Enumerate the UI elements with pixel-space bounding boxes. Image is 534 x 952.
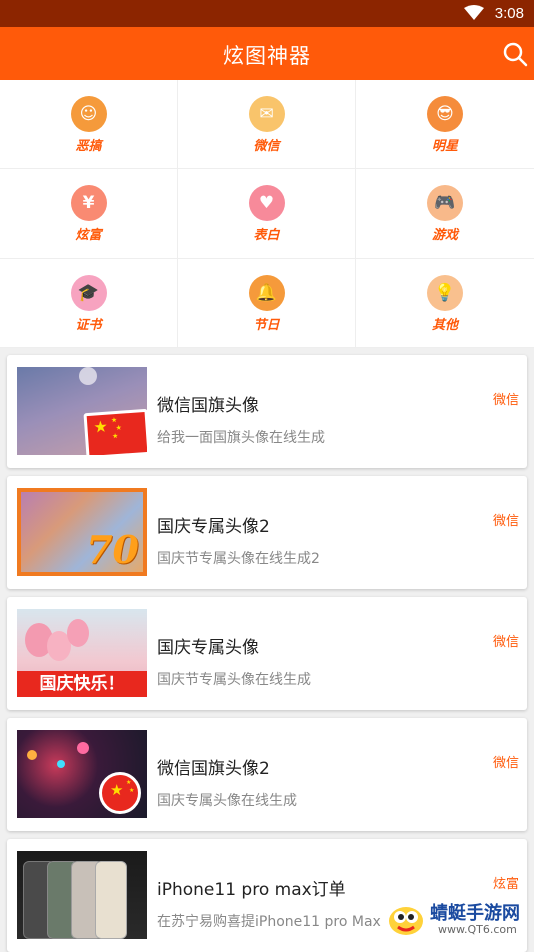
item-thumbnail: ★ ★ ★ — [17, 730, 147, 818]
festival-banner: 国庆快乐！ — [17, 671, 147, 697]
item-thumbnail — [17, 851, 147, 939]
item-tag: 微信 — [492, 756, 519, 771]
bell-icon: 🔔 — [248, 274, 285, 311]
item-tag: 微信 — [492, 393, 519, 408]
item-description: 国庆节专属头像在线生成 — [157, 672, 311, 688]
wifi-icon — [464, 5, 484, 25]
china-flag-icon: ★ ★ ★ ★ — [83, 408, 147, 455]
item-thumbnail: 70 — [17, 488, 147, 576]
category-label: 恶搞 — [75, 139, 102, 154]
heart-icon: ♥ — [248, 185, 285, 222]
item-thumbnail: ★ ★ ★ ★ — [17, 367, 147, 455]
search-icon[interactable] — [500, 39, 530, 69]
list-item[interactable]: 国庆快乐！ 国庆专属头像 国庆节专属头像在线生成 微信 — [7, 597, 527, 710]
certificate-icon: 🎓 — [70, 274, 107, 311]
watermark-name: 蜻蜓手游网 — [430, 903, 520, 924]
item-title: 国庆专属头像 — [157, 638, 259, 658]
item-title: 微信国旗头像 — [157, 396, 259, 416]
category-prank[interactable]: ☺ 恶搞 — [0, 80, 178, 170]
category-label: 其他 — [431, 317, 458, 333]
category-confession[interactable]: ♥ 表白 — [178, 169, 356, 259]
item-title: 国庆专属头像2 — [157, 517, 270, 537]
category-celebrity[interactable]: 😎 明星 — [356, 80, 534, 170]
money-icon: ¥ — [70, 185, 107, 222]
item-description: 国庆节专属头像在线生成2 — [157, 551, 320, 567]
category-rich[interactable]: ¥ 炫富 — [0, 169, 178, 259]
item-description: 国庆专属头像在线生成 — [157, 793, 297, 809]
category-label: 炫富 — [75, 228, 102, 244]
category-label: 证书 — [75, 317, 102, 333]
list-item[interactable]: ★ ★ ★ 微信国旗头像2 国庆专属头像在线生成 微信 — [7, 718, 527, 831]
item-tag: 微信 — [492, 635, 519, 650]
watermark: 蜻蜓手游网 www.QT6.com — [386, 897, 526, 943]
bulb-icon: 💡 — [427, 274, 463, 311]
category-label: 表白 — [253, 228, 280, 244]
app-bar: 炫图神器 — [0, 27, 534, 80]
category-label: 节日 — [253, 317, 280, 333]
category-label: 明星 — [431, 139, 458, 154]
star-icon: 😎 — [427, 96, 463, 132]
category-other[interactable]: 💡 其他 — [356, 259, 534, 348]
status-bar: 3:08 — [0, 0, 534, 27]
list-item[interactable]: ★ ★ ★ ★ 微信国旗头像 给我一面国旗头像在线生成 微信 — [7, 355, 527, 468]
item-description: 给我一面国旗头像在线生成 — [157, 430, 325, 446]
prank-icon: ☺ — [70, 96, 107, 132]
category-label: 微信 — [253, 139, 280, 154]
category-label: 游戏 — [431, 228, 458, 244]
status-time: 3:08 — [494, 5, 524, 22]
item-description: 在苏宁易购喜提iPhone11 pro Max — [157, 914, 381, 930]
list-item[interactable]: 70 国庆专属头像2 国庆节专属头像在线生成2 微信 — [7, 476, 527, 589]
watermark-url: www.QT6.com — [438, 923, 517, 936]
item-title: iPhone11 pro max订单 — [157, 880, 346, 900]
category-game[interactable]: 🎮 游戏 — [356, 169, 534, 259]
badge-70: 70 — [86, 527, 139, 572]
game-icon: 🎮 — [427, 185, 463, 222]
wechat-icon: ✉ — [248, 96, 285, 132]
item-tag: 炫富 — [492, 877, 519, 892]
category-festival[interactable]: 🔔 节日 — [178, 258, 356, 348]
item-thumbnail: 国庆快乐！ — [17, 609, 147, 697]
item-title: 微信国旗头像2 — [157, 759, 270, 779]
watermark-logo-icon — [386, 901, 426, 937]
category-wechat[interactable]: ✉ 微信 — [178, 80, 356, 170]
category-grid: ☺ 恶搞 ✉ 微信 😎 明星 ¥ 炫富 ♥ 表白 🎮 游戏 🎓 证书 🔔 节日 … — [0, 80, 534, 348]
category-certificate[interactable]: 🎓 证书 — [0, 258, 178, 348]
china-flag-badge-icon: ★ ★ ★ — [99, 772, 141, 814]
item-tag: 微信 — [492, 514, 519, 529]
app-title: 炫图神器 — [223, 44, 311, 68]
